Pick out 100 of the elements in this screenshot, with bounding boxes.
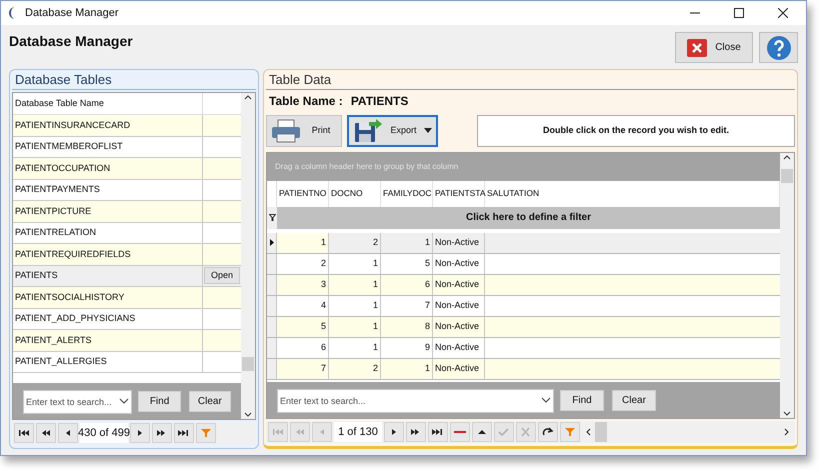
table-cell: PATIENTOCCUPATION — [13, 158, 203, 178]
table-cell: 1 — [329, 296, 381, 316]
table-row[interactable]: 7 2 1 Non-Active — [267, 358, 780, 380]
scroll-left-icon — [586, 428, 591, 436]
filter-icon — [564, 427, 576, 438]
scrollbar-thumb[interactable] — [242, 357, 254, 371]
vertical-scrollbar[interactable] — [780, 152, 794, 418]
table-cell: Non-Active — [433, 316, 485, 337]
export-button[interactable]: Export — [347, 114, 438, 147]
open-button[interactable]: Open — [204, 267, 240, 284]
table-cell: Non-Active — [433, 358, 485, 379]
table-cell: Non-Active — [433, 232, 485, 253]
table-cell: 8 — [381, 316, 433, 337]
table-cell: 4 — [277, 296, 329, 316]
row-pointer-icon — [270, 239, 274, 246]
table-cell: PATIENTS — [13, 266, 203, 286]
table-cell: PATIENTRELATION — [13, 222, 203, 243]
printer-icon — [271, 118, 301, 143]
scrollbar-thumb[interactable] — [595, 422, 607, 442]
table-cell: 5 — [381, 254, 433, 274]
filter-icon — [268, 214, 276, 222]
table-row[interactable]: 2 1 5 Non-Active — [267, 254, 780, 275]
scroll-down-icon — [244, 412, 252, 417]
table-row[interactable]: 6 1 9 Non-Active — [267, 338, 780, 359]
table-cell: 2 — [277, 254, 329, 274]
table-row[interactable]: PATIENT_ALLERGIES — [13, 352, 241, 373]
refresh-icon — [542, 427, 554, 438]
vertical-scrollbar[interactable] — [241, 93, 255, 419]
clear-button[interactable]: Clear — [188, 390, 231, 412]
table-row[interactable]: PATIENTMEMBEROFLIST — [13, 136, 241, 158]
table-cell: PATIENT_ALLERGIES — [13, 352, 203, 372]
table-row[interactable]: PATIENT_ADD_PHYSICIANS — [13, 308, 241, 330]
table-cell: 1 — [381, 358, 433, 379]
table-row[interactable]: PATIENTPAYMENTS — [13, 180, 241, 201]
table-row[interactable]: PATIENTRELATION — [13, 222, 241, 244]
table-row[interactable]: 5 1 8 Non-Active — [267, 316, 780, 338]
table-cell: PATIENTMEMBEROFLIST — [13, 136, 203, 157]
help-button[interactable] — [759, 32, 798, 63]
table-cell: PATIENT_ADD_PHYSICIANS — [13, 308, 203, 329]
table-row[interactable]: PATIENTSOCIALHISTORY — [13, 287, 241, 308]
navigator-button[interactable] — [58, 423, 78, 443]
table-row[interactable]: PATIENTREQUIREDFIELDS — [13, 244, 241, 266]
table-cell: 3 — [277, 274, 329, 295]
clear-button[interactable]: Clear — [612, 390, 656, 411]
page-title: Database Manager — [9, 32, 133, 51]
print-button[interactable]: Print — [266, 114, 342, 147]
table-cell: PATIENTINSURANCECARD — [13, 115, 203, 136]
navigator-button[interactable] — [14, 423, 34, 443]
table-cell: 1 — [277, 232, 329, 253]
maximize-icon[interactable] — [734, 8, 744, 18]
table-row[interactable]: 3 1 6 Non-Active — [267, 274, 780, 296]
hint-box: Double click on the record you wish to edit. — [477, 114, 795, 147]
caret-icon — [424, 128, 432, 134]
navigator-button[interactable] — [428, 422, 448, 442]
table-cell: 6 — [381, 274, 433, 295]
close-icon[interactable] — [778, 8, 788, 18]
close-icon — [687, 38, 708, 56]
scroll-up-icon — [783, 154, 791, 160]
first-icon — [18, 428, 30, 438]
table-row[interactable]: 1 2 1 Non-Active — [267, 232, 780, 254]
navigator-button[interactable] — [472, 422, 492, 442]
navigator-button[interactable] — [384, 422, 404, 442]
floppy-export-icon — [353, 118, 383, 143]
column-header[interactable]: Database Table Name — [13, 93, 203, 114]
table-cell: 7 — [277, 358, 329, 379]
chevron-down-icon — [119, 398, 130, 404]
table-cell: Non-Active — [433, 296, 485, 316]
find-button[interactable]: Find — [138, 390, 181, 412]
find-button[interactable]: Find — [560, 390, 604, 411]
navigator-button[interactable] — [130, 423, 150, 443]
scroll-up-icon — [244, 95, 252, 100]
table-row[interactable]: PATIENT_ALERTS — [13, 330, 241, 352]
table-cell: PATIENTPICTURE — [13, 201, 203, 222]
table-row[interactable]: PATIENTS Open — [13, 266, 241, 287]
scroll-right-icon — [784, 428, 789, 436]
navigator-button[interactable] — [152, 423, 172, 443]
search-field[interactable]: Enter text to search... — [277, 389, 554, 414]
record-position: 430 of 499 — [80, 423, 128, 443]
panel-title: Database Tables — [12, 70, 256, 90]
close-button[interactable]: Close — [675, 32, 753, 63]
search-field[interactable]: Enter text to search... — [23, 390, 132, 414]
table-cell: PATIENTPAYMENTS — [13, 180, 203, 200]
navigator-button[interactable] — [36, 423, 56, 443]
navigator-button[interactable] — [406, 422, 426, 442]
scroll-down-icon — [783, 411, 791, 416]
table-row[interactable]: PATIENTINSURANCECARD — [13, 115, 241, 136]
scrollbar-thumb[interactable] — [781, 168, 793, 183]
table-row[interactable]: PATIENTPICTURE — [13, 201, 241, 222]
table-cell: PATIENT_ALERTS — [13, 330, 203, 350]
last-icon — [432, 427, 444, 438]
table-row[interactable]: 4 1 7 Non-Active — [267, 296, 780, 317]
navigator-button[interactable] — [538, 422, 558, 442]
table-row[interactable]: PATIENTOCCUPATION — [13, 158, 241, 180]
table-cell: 1 — [381, 232, 433, 253]
table-cell: 1 — [329, 338, 381, 358]
window-title: Database Manager — [25, 6, 119, 21]
table-cell: 1 — [329, 254, 381, 274]
table-name: PATIENTS — [350, 92, 408, 110]
navigator-button[interactable] — [174, 423, 194, 443]
group-panel: Drag a column header here to group by that column — [267, 152, 780, 181]
